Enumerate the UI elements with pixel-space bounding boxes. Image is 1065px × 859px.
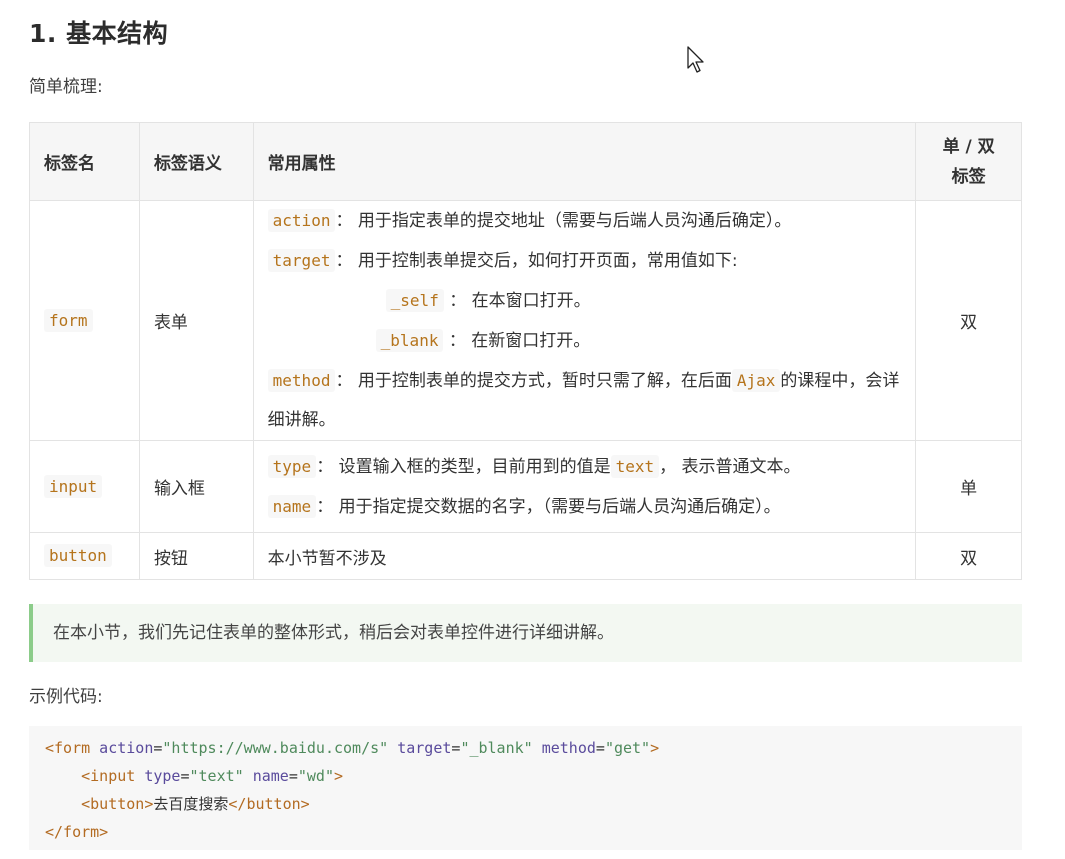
tag-name-cell: input [29, 440, 140, 533]
header-tag-type: 单 / 双 标签 [915, 122, 1022, 201]
attr-desc-target: ： 用于控制表单提交后，如何打开页面，常用值如下: [335, 251, 738, 271]
attr-code-type: type [267, 454, 317, 478]
value-code-blank: _blank [375, 329, 444, 352]
attr-desc-action: ： 用于指定表单的提交地址（需要与后端人员沟通后确定）。 [335, 211, 792, 231]
code-token: <button> [81, 795, 154, 813]
attr-line-target: target： 用于控制表单提交后，如何打开页面，常用值如下: [267, 241, 902, 281]
attr-line-action: action： 用于指定表单的提交地址（需要与后端人员沟通后确定）。 [267, 201, 902, 241]
tag-meaning-button: 按钮 [138, 532, 254, 580]
tag-name-cell: button [29, 532, 140, 580]
inline-code-text: text [610, 454, 660, 478]
code-token: type [135, 767, 181, 785]
tag-meaning-input: 输入框 [138, 440, 254, 533]
code-token: 去百度搜索 [153, 795, 229, 813]
code-block: <form action = "https://www.baidu.com/s" t… [29, 726, 1022, 850]
code-token: > [650, 739, 660, 757]
code-token: action [90, 739, 154, 757]
value-code-self: _self [385, 289, 444, 312]
tag-type-form: 双 [915, 200, 1022, 441]
header-tag-type-line2: 标签 [951, 166, 986, 187]
attrs-cell-button: 本小节暂不涉及 [252, 532, 917, 580]
code-token: "text" [189, 767, 244, 785]
tip-callout: 在本小节，我们先记住表单的整体形式，稍后会对表单控件进行详细讲解。 [29, 604, 1022, 662]
attrs-cell-form: action： 用于指定表单的提交地址（需要与后端人员沟通后确定）。 targe… [252, 200, 917, 441]
attr-line-name: name： 用于指定提交数据的名字，（需要与后端人员沟通后确定）。 [267, 487, 902, 527]
tag-name-cell: form [29, 200, 140, 441]
code-line-4: </form> [45, 818, 1006, 846]
header-common-attrs: 常用属性 [252, 122, 917, 201]
attr-line-method: method： 用于控制表单的提交方式，暂时只需了解，在后面 Ajax 的课程中，会… [267, 361, 902, 440]
value-line-self: _self ： 在本窗口打开。 [268, 281, 902, 321]
attr-desc-type-2: ， 表示普通文本。 [659, 456, 801, 477]
attr-desc-name: ： 用于指定提交数据的名字，（需要与后端人员沟通后确定）。 [316, 496, 781, 517]
code-token: "https://www.baidu.com/s" [162, 739, 389, 757]
section-heading: 1. 基本结构 [29, 19, 169, 48]
tag-code-button: button [44, 544, 112, 567]
table-row-button: button 按钮 本小节暂不涉及 双 [29, 532, 1022, 580]
code-token: </button> [228, 795, 310, 813]
table-row-input: input 输入框 type： 设置输入框的类型，目前用到的值是 text， 表示… [29, 440, 1022, 533]
tag-code-form: form [44, 308, 93, 332]
table-row-form: form 表单 action： 用于指定表单的提交地址（需要与后端人员沟通后确定… [29, 200, 1022, 441]
code-token: <form [45, 739, 91, 757]
code-token: target [388, 739, 452, 757]
code-line-1: <form action = "https://www.baidu.com/s" t… [45, 734, 1006, 762]
example-code-label: 示例代码: [29, 687, 103, 707]
attr-code-target: target [267, 249, 336, 272]
header-tag-type-line1: 单 / 双 [942, 136, 995, 157]
attr-code-action: action [267, 209, 336, 232]
value-line-blank: _blank ： 在新窗口打开。 [268, 321, 902, 361]
form-tags-table: 标签名 标签语义 常用属性 单 / 双 标签 form 表单 action： 用… [29, 122, 1022, 580]
code-token: > [334, 767, 344, 785]
intro-text: 简单梳理: [29, 77, 103, 97]
code-token: "wd" [297, 767, 334, 785]
code-token: = [288, 767, 298, 785]
code-token: name [243, 767, 289, 785]
inline-code-ajax: Ajax [731, 369, 781, 392]
code-token: = [180, 767, 190, 785]
code-token: "_blank" [460, 739, 533, 757]
code-token: "get" [604, 739, 651, 757]
attr-line-type: type： 设置输入框的类型，目前用到的值是 text， 表示普通文本。 [267, 447, 902, 487]
tag-type-input: 单 [915, 440, 1022, 533]
code-token: = [595, 739, 605, 757]
code-token: method [532, 739, 596, 757]
tag-meaning-form: 表单 [138, 200, 254, 441]
code-token: <input [81, 767, 136, 785]
mouse-cursor-icon [687, 46, 704, 73]
code-token: </form> [45, 823, 109, 841]
tag-type-button: 双 [915, 532, 1022, 580]
table-header-row: 标签名 标签语义 常用属性 单 / 双 标签 [29, 122, 1022, 201]
header-tag-name: 标签名 [29, 122, 140, 201]
value-desc-self: ： 在本窗口打开。 [443, 291, 591, 311]
tag-code-input: input [44, 474, 103, 498]
attr-code-method: method [267, 369, 336, 392]
code-line-2: <input type="text" name="wd"> [45, 762, 1006, 790]
attrs-cell-input: type： 设置输入框的类型，目前用到的值是 text， 表示普通文本。 name… [252, 440, 917, 533]
attr-desc-type: ： 设置输入框的类型，目前用到的值是 [316, 456, 611, 477]
attr-desc-method: ： 用于控制表单的提交方式，暂时只需了解，在后面 [335, 371, 732, 391]
attr-code-name: name [267, 494, 317, 518]
value-desc-blank: ： 在新窗口打开。 [443, 331, 591, 351]
code-line-3: <button>去百度搜索</button> [45, 790, 1006, 818]
header-tag-meaning: 标签语义 [138, 122, 254, 201]
